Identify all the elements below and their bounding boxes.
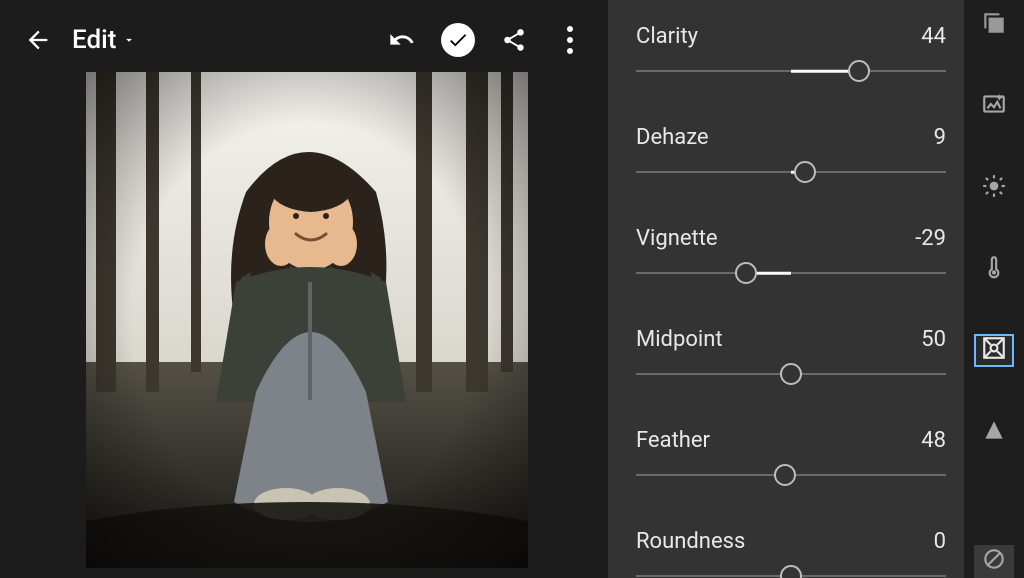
slider-roundness: Roundness 0	[636, 529, 946, 578]
slider-thumb[interactable]	[780, 565, 802, 578]
slider-track[interactable]	[636, 261, 946, 285]
confirm-button[interactable]	[436, 18, 480, 62]
slider-thumb[interactable]	[848, 60, 870, 82]
geometry-icon	[981, 417, 1007, 447]
slider-track[interactable]	[636, 362, 946, 386]
check-circle-icon	[441, 23, 475, 57]
slider-label: Vignette	[636, 226, 718, 251]
slider-label: Feather	[636, 428, 710, 453]
rail-detail[interactable]	[974, 334, 1014, 367]
slider-head: Vignette -29	[636, 226, 946, 251]
thermometer-icon	[981, 254, 1007, 284]
slider-value: 0	[934, 529, 946, 554]
slider-label: Clarity	[636, 24, 698, 49]
rail-stack[interactable]	[974, 8, 1014, 41]
image-preview[interactable]	[86, 72, 528, 568]
editor-left: Edit	[0, 0, 608, 578]
slider-dehaze: Dehaze 9	[636, 125, 946, 184]
effects-panel: Clarity 44 Dehaze 9 Vignette -29 Midpoint 50 Fea…	[608, 0, 964, 578]
slider-thumb[interactable]	[774, 464, 796, 486]
slider-head: Midpoint 50	[636, 327, 946, 352]
back-button[interactable]	[16, 18, 60, 62]
undo-button[interactable]	[380, 18, 424, 62]
stack-icon	[981, 10, 1007, 40]
tool-rail	[964, 0, 1024, 578]
slider-value: 50	[921, 327, 946, 352]
slider-track[interactable]	[636, 564, 946, 578]
slider-thumb[interactable]	[794, 161, 816, 183]
fx-image-icon	[981, 91, 1007, 121]
rail-disabled-effects[interactable]	[974, 545, 1014, 578]
slider-value: -29	[915, 226, 946, 251]
mode-title-text: Edit	[72, 25, 116, 55]
slider-midpoint: Midpoint 50	[636, 327, 946, 386]
detail-icon	[981, 335, 1007, 365]
undo-icon	[388, 26, 416, 54]
rail-temp[interactable]	[974, 252, 1014, 285]
light-icon	[981, 173, 1007, 203]
rail-geometry[interactable]	[974, 415, 1014, 448]
slider-track[interactable]	[636, 160, 946, 184]
slider-value: 9	[934, 125, 946, 150]
slider-head: Clarity 44	[636, 24, 946, 49]
chevron-down-icon	[122, 33, 136, 47]
slider-value: 48	[921, 428, 946, 453]
slider-thumb[interactable]	[735, 262, 757, 284]
slider-label: Roundness	[636, 529, 745, 554]
more-vert-icon	[567, 26, 573, 54]
slider-thumb[interactable]	[780, 363, 802, 385]
rail-light[interactable]	[974, 171, 1014, 204]
slider-head: Feather 48	[636, 428, 946, 453]
more-button[interactable]	[548, 18, 592, 62]
share-button[interactable]	[492, 18, 536, 62]
slider-label: Midpoint	[636, 327, 723, 352]
slider-head: Roundness 0	[636, 529, 946, 554]
slider-track[interactable]	[636, 463, 946, 487]
slider-head: Dehaze 9	[636, 125, 946, 150]
slider-value: 44	[921, 24, 946, 49]
slider-clarity: Clarity 44	[636, 24, 946, 83]
mode-title[interactable]: Edit	[72, 25, 136, 55]
slider-vignette: Vignette -29	[636, 226, 946, 285]
slider-feather: Feather 48	[636, 428, 946, 487]
slider-track[interactable]	[636, 59, 946, 83]
slider-label: Dehaze	[636, 125, 709, 150]
disabled-circle-icon	[981, 546, 1007, 576]
top-bar: Edit	[0, 0, 608, 80]
share-icon	[501, 27, 527, 53]
rail-effects[interactable]	[974, 89, 1014, 122]
